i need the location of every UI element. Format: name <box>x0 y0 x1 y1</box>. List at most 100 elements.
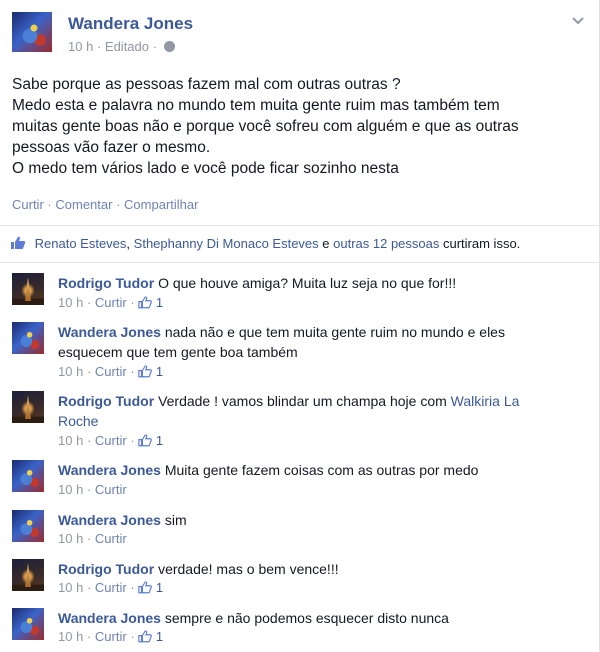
commenter-name[interactable]: Wandera Jones <box>58 324 161 340</box>
comment-body: nada não e que tem muita gente ruim no m… <box>164 324 505 340</box>
liker-link[interactable]: Sthephanny Di Monaco Esteves <box>134 236 319 251</box>
comment-timestamp[interactable]: 10 h <box>58 295 83 310</box>
commenter-avatar[interactable] <box>12 510 44 542</box>
meta-separator: · <box>86 364 92 379</box>
thumbs-up-icon <box>138 581 153 594</box>
commenter-name[interactable]: Rodrigo Tudor <box>58 393 154 409</box>
comment-body: Muita gente fazem coisas com as outras p… <box>164 462 479 478</box>
edited-label[interactable]: Editado <box>105 39 149 54</box>
post-body-line: Sabe porque as pessoas fazem mal com out… <box>12 76 401 93</box>
comment-timestamp[interactable]: 10 h <box>58 482 83 497</box>
chevron-down-icon[interactable] <box>571 14 585 28</box>
comment-timestamp[interactable]: 10 h <box>58 531 83 546</box>
divider <box>0 225 600 226</box>
meta-separator: · <box>130 629 135 644</box>
commenter-avatar[interactable] <box>12 559 44 591</box>
globe-icon[interactable] <box>163 41 175 52</box>
meta-separator: · <box>86 531 92 546</box>
comment-like-button[interactable]: Curtir <box>95 580 127 595</box>
comment-text: Rodrigo Tudor O que houve amiga? Muita l… <box>58 273 578 293</box>
post-author-name[interactable]: Wandera Jones <box>68 14 193 34</box>
comment-like-button[interactable]: Curtir <box>95 531 127 546</box>
divider <box>0 262 600 263</box>
commenter-name[interactable]: Wandera Jones <box>58 512 161 528</box>
other-likers-link[interactable]: outras 12 pessoas <box>333 236 439 251</box>
comment-like-button[interactable]: Curtir <box>95 364 127 379</box>
post-body-line: O medo tem vários lado e você pode ficar… <box>12 160 399 177</box>
comment-text: Wandera Jones sim <box>58 510 578 530</box>
comment-meta: 10 h · Curtir · 1 <box>58 580 163 595</box>
comment-like-count[interactable]: 1 <box>156 364 163 379</box>
comment-meta: 10 h · Curtir · 1 <box>58 364 163 379</box>
comment-like-button[interactable]: Curtir <box>95 482 127 497</box>
post-body-line: muitas gente boas não e porque você sofr… <box>12 118 519 135</box>
post-body-line: Medo esta e palavra no mundo tem muita g… <box>12 97 500 114</box>
commenter-name[interactable]: Rodrigo Tudor <box>58 275 154 291</box>
comment-like-count[interactable]: 1 <box>156 580 163 595</box>
thumbs-up-icon <box>138 434 153 447</box>
action-separator: · <box>47 197 52 212</box>
meta-separator: · <box>130 295 135 310</box>
thumbs-up-icon <box>11 236 26 249</box>
comment-like-button[interactable]: Curtir <box>95 295 127 310</box>
comment-body: verdade! mas o bem vence!!! <box>158 561 339 577</box>
meta-separator: · <box>130 364 135 379</box>
likes-conjunction: e <box>322 236 330 251</box>
commenter-name[interactable]: Rodrigo Tudor <box>58 561 154 577</box>
comment-meta: 10 h · Curtir <box>58 482 127 497</box>
comment-meta: 10 h · Curtir <box>58 531 127 546</box>
meta-separator: · <box>86 629 92 644</box>
post-timestamp[interactable]: 10 h <box>68 39 93 54</box>
post-author-avatar[interactable] <box>12 12 52 52</box>
comment-timestamp[interactable]: 10 h <box>58 629 83 644</box>
likes-separator: , <box>126 236 131 251</box>
comment-like-button[interactable]: Curtir <box>95 629 127 644</box>
meta-separator: · <box>86 580 92 595</box>
comment-like-button[interactable]: Curtir <box>95 433 127 448</box>
comment-meta: 10 h · Curtir · 1 <box>58 629 163 644</box>
meta-separator: · <box>86 295 92 310</box>
commenter-name[interactable]: Wandera Jones <box>58 610 161 626</box>
mention-link[interactable]: Roche <box>58 413 98 429</box>
commenter-avatar[interactable] <box>12 460 44 492</box>
comment-body: sempre e não podemos esquecer disto nunc… <box>164 610 449 626</box>
likes-summary: Renato Esteves, Sthephanny Di Monaco Est… <box>10 236 520 251</box>
post-meta: 10 h · Editado · <box>68 39 175 54</box>
post-actions: Curtir · Comentar · Compartilhar <box>12 197 198 212</box>
comment-text: Wandera Jones nada não e que tem muita g… <box>58 322 578 362</box>
meta-separator: · <box>130 433 135 448</box>
comment-timestamp[interactable]: 10 h <box>58 433 83 448</box>
action-separator: · <box>116 197 121 212</box>
thumbs-up-icon <box>138 630 153 643</box>
post-body-line: pessoas vão fazer o mesmo. <box>12 139 211 156</box>
comment-like-count[interactable]: 1 <box>156 629 163 644</box>
comment-like-count[interactable]: 1 <box>156 433 163 448</box>
meta-separator: · <box>152 39 157 54</box>
meta-separator: · <box>96 39 102 54</box>
commenter-avatar[interactable] <box>12 322 44 354</box>
thumbs-up-icon <box>138 296 153 309</box>
share-button[interactable]: Compartilhar <box>124 197 198 212</box>
commenter-name[interactable]: Wandera Jones <box>58 462 161 478</box>
comment-body: sim <box>164 512 187 528</box>
comment-timestamp[interactable]: 10 h <box>58 580 83 595</box>
mention-link[interactable]: Walkiria La <box>451 393 520 409</box>
comment-button[interactable]: Comentar <box>55 197 112 212</box>
comment-meta: 10 h · Curtir · 1 <box>58 433 163 448</box>
facebook-post: Wandera Jones 10 h · Editado · Sabe porq… <box>0 0 600 652</box>
meta-separator: · <box>86 433 92 448</box>
liker-link[interactable]: Renato Esteves <box>35 236 127 251</box>
commenter-avatar[interactable] <box>12 391 44 423</box>
thumbs-up-icon <box>138 365 153 378</box>
comment-text: Rodrigo Tudor Verdade ! vamos blindar um… <box>58 391 578 431</box>
comment-timestamp[interactable]: 10 h <box>58 364 83 379</box>
commenter-avatar[interactable] <box>12 608 44 640</box>
comment-text: Wandera Jones sempre e não podemos esque… <box>58 608 578 628</box>
comment-text: Wandera Jones Muita gente fazem coisas c… <box>58 460 578 480</box>
comment-like-count[interactable]: 1 <box>156 295 163 310</box>
commenter-avatar[interactable] <box>12 273 44 305</box>
comment-meta: 10 h · Curtir · 1 <box>58 295 163 310</box>
likes-suffix: curtiram isso. <box>443 236 521 251</box>
like-button[interactable]: Curtir <box>12 197 44 212</box>
post-body: Sabe porque as pessoas fazem mal com out… <box>12 74 587 179</box>
